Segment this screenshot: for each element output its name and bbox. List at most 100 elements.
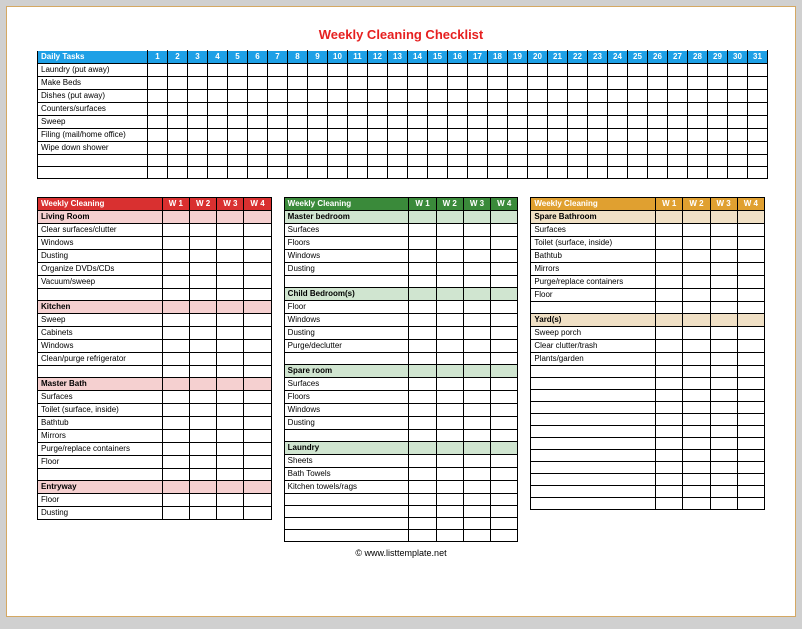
weekly-cell[interactable] [463, 518, 490, 530]
daily-cell[interactable] [628, 167, 648, 179]
weekly-cell[interactable] [409, 391, 436, 404]
weekly-cell[interactable] [463, 506, 490, 518]
daily-cell[interactable] [448, 155, 468, 167]
daily-cell[interactable] [148, 103, 168, 116]
daily-cell[interactable] [748, 103, 768, 116]
daily-cell[interactable] [688, 142, 708, 155]
daily-cell[interactable] [448, 129, 468, 142]
weekly-cell[interactable] [656, 486, 683, 498]
weekly-cell[interactable] [409, 237, 436, 250]
weekly-cell[interactable] [491, 301, 518, 314]
weekly-blank-label[interactable] [284, 494, 409, 506]
weekly-cell[interactable] [737, 224, 764, 237]
weekly-cell[interactable] [436, 391, 463, 404]
daily-blank-label[interactable] [38, 167, 148, 179]
weekly-cell[interactable] [463, 340, 490, 353]
weekly-cell[interactable] [683, 237, 710, 250]
weekly-blank-label[interactable] [531, 498, 656, 510]
weekly-blank-label[interactable] [531, 450, 656, 462]
daily-cell[interactable] [388, 116, 408, 129]
weekly-cell[interactable] [710, 474, 737, 486]
weekly-cell[interactable] [710, 426, 737, 438]
weekly-cell[interactable] [683, 474, 710, 486]
daily-cell[interactable] [148, 90, 168, 103]
weekly-cell[interactable] [683, 498, 710, 510]
weekly-cell[interactable] [217, 237, 244, 250]
weekly-cell[interactable] [436, 353, 463, 365]
weekly-cell[interactable] [189, 404, 216, 417]
daily-cell[interactable] [608, 64, 628, 77]
weekly-cell[interactable] [463, 301, 490, 314]
weekly-cell[interactable] [162, 404, 189, 417]
daily-cell[interactable] [328, 142, 348, 155]
daily-cell[interactable] [168, 129, 188, 142]
weekly-cell[interactable] [409, 314, 436, 327]
weekly-blank-label[interactable] [38, 469, 163, 481]
weekly-cell[interactable] [189, 224, 216, 237]
daily-cell[interactable] [608, 129, 628, 142]
daily-cell[interactable] [368, 167, 388, 179]
weekly-cell[interactable] [737, 402, 764, 414]
weekly-cell[interactable] [656, 438, 683, 450]
daily-cell[interactable] [608, 90, 628, 103]
weekly-cell[interactable] [683, 402, 710, 414]
weekly-cell[interactable] [217, 366, 244, 378]
daily-cell[interactable] [488, 155, 508, 167]
weekly-cell[interactable] [436, 481, 463, 494]
weekly-blank-label[interactable] [284, 530, 409, 542]
daily-cell[interactable] [508, 116, 528, 129]
daily-cell[interactable] [208, 64, 228, 77]
daily-cell[interactable] [208, 155, 228, 167]
weekly-cell[interactable] [710, 366, 737, 378]
weekly-cell[interactable] [737, 486, 764, 498]
weekly-cell[interactable] [409, 301, 436, 314]
daily-cell[interactable] [268, 167, 288, 179]
weekly-cell[interactable] [217, 353, 244, 366]
weekly-cell[interactable] [436, 224, 463, 237]
daily-cell[interactable] [748, 167, 768, 179]
daily-cell[interactable] [208, 116, 228, 129]
weekly-cell[interactable] [436, 250, 463, 263]
daily-cell[interactable] [568, 129, 588, 142]
daily-cell[interactable] [448, 142, 468, 155]
daily-cell[interactable] [428, 103, 448, 116]
daily-cell[interactable] [508, 142, 528, 155]
weekly-cell[interactable] [656, 462, 683, 474]
daily-cell[interactable] [168, 155, 188, 167]
daily-cell[interactable] [568, 142, 588, 155]
weekly-cell[interactable] [737, 426, 764, 438]
daily-cell[interactable] [148, 116, 168, 129]
weekly-cell[interactable] [710, 378, 737, 390]
weekly-cell[interactable] [656, 327, 683, 340]
weekly-cell[interactable] [162, 430, 189, 443]
weekly-cell[interactable] [737, 263, 764, 276]
weekly-cell[interactable] [737, 353, 764, 366]
weekly-cell[interactable] [463, 417, 490, 430]
weekly-blank-label[interactable] [531, 302, 656, 314]
weekly-cell[interactable] [217, 250, 244, 263]
weekly-cell[interactable] [463, 430, 490, 442]
daily-cell[interactable] [388, 167, 408, 179]
daily-cell[interactable] [168, 167, 188, 179]
daily-cell[interactable] [468, 142, 488, 155]
weekly-cell[interactable] [162, 276, 189, 289]
weekly-cell[interactable] [463, 468, 490, 481]
daily-cell[interactable] [628, 103, 648, 116]
weekly-cell[interactable] [463, 378, 490, 391]
weekly-cell[interactable] [244, 353, 271, 366]
daily-cell[interactable] [648, 77, 668, 90]
weekly-cell[interactable] [656, 237, 683, 250]
weekly-cell[interactable] [409, 455, 436, 468]
daily-cell[interactable] [488, 90, 508, 103]
daily-cell[interactable] [568, 116, 588, 129]
daily-cell[interactable] [688, 103, 708, 116]
daily-cell[interactable] [648, 167, 668, 179]
weekly-cell[interactable] [463, 494, 490, 506]
weekly-cell[interactable] [463, 455, 490, 468]
daily-cell[interactable] [748, 142, 768, 155]
weekly-cell[interactable] [162, 353, 189, 366]
weekly-cell[interactable] [409, 417, 436, 430]
weekly-cell[interactable] [189, 353, 216, 366]
weekly-cell[interactable] [656, 426, 683, 438]
weekly-blank-label[interactable] [531, 402, 656, 414]
